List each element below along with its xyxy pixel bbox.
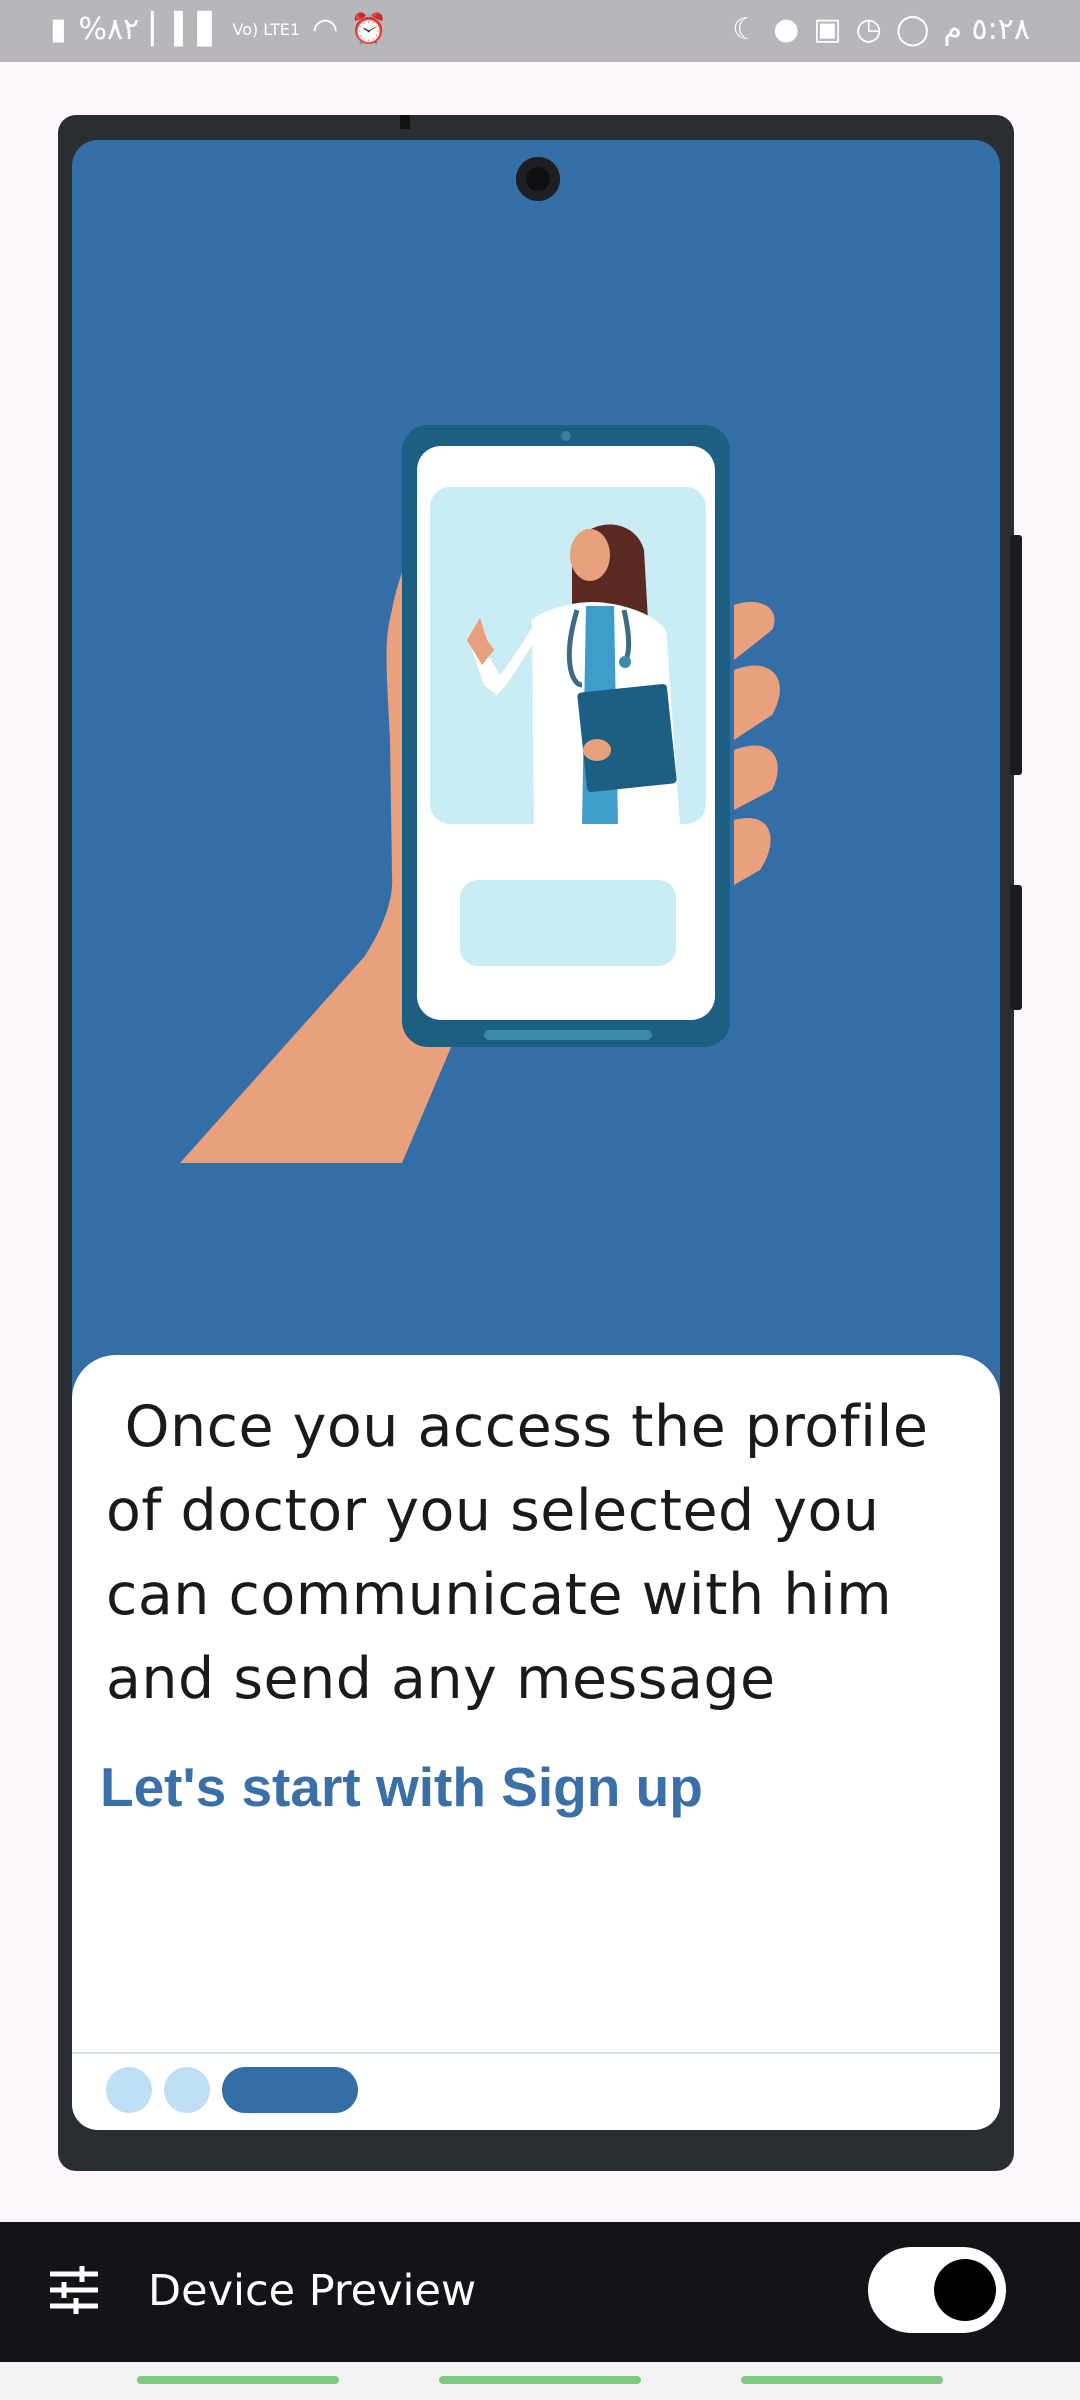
status-time: ٥:٢٨ م (943, 12, 1030, 47)
page-dot-1[interactable] (106, 2067, 152, 2113)
illustration-button (460, 880, 676, 966)
device-notch (400, 115, 410, 129)
doctor-clipboard (577, 683, 677, 793)
onboarding-description: Once you access the profile of doctor yo… (106, 1394, 929, 1712)
toggle-knob (934, 2259, 996, 2321)
divider (72, 2052, 1000, 2054)
device-screen: Once you access the profile of doctor yo… (72, 140, 1000, 2130)
battery-charging-icon: ▮ (50, 12, 67, 47)
doctor-phone-illustration (180, 425, 780, 1163)
signal-icon: ▏▍▋ (151, 12, 221, 47)
device-preview-title: Device Preview (148, 2266, 477, 2316)
device-side-button (1010, 885, 1022, 1010)
finger-1 (734, 601, 775, 660)
signup-link[interactable]: Let's start with Sign up (100, 1755, 703, 1819)
onboarding-card: Once you access the profile of doctor yo… (72, 1355, 1000, 2130)
wifi-icon: ◠ (312, 12, 339, 47)
page-indicator (106, 2067, 358, 2113)
illustration-phone-camera (561, 431, 571, 441)
illustration-phone-home-bar (484, 1030, 652, 1040)
page-dot-2[interactable] (164, 2067, 210, 2113)
doctor-face (570, 529, 610, 581)
device-preview-toggle[interactable] (868, 2247, 1006, 2333)
device-side-button (1010, 535, 1022, 775)
finger-4 (734, 818, 771, 885)
system-nav-bar (0, 2362, 1080, 2400)
alarm-icon: ◷ (855, 12, 882, 47)
page-dot-3-active[interactable] (222, 2067, 358, 2113)
nav-back-button[interactable] (741, 2376, 943, 2384)
nav-recents-button[interactable] (137, 2376, 339, 2384)
whatsapp-icon: ◯ (895, 12, 930, 47)
image-icon: ▣ (813, 12, 842, 47)
volte-icon: Vo) LTE1 (232, 20, 301, 39)
nav-home-button[interactable] (439, 2376, 641, 2384)
doctor-holding-hand (583, 739, 611, 761)
device-preview-bar: Device Preview (0, 2222, 1080, 2362)
battery-percent: %٨٢ (78, 12, 140, 47)
stethoscope-end (619, 656, 631, 668)
finger-2 (734, 665, 780, 740)
alarm-icon: ⏰ (350, 12, 388, 47)
status-bar: ▮ %٨٢ ▏▍▋ Vo) LTE1 ◠ ⏰ ☾ ● ▣ ◷ ◯ ٥:٢٨ م (0, 0, 1080, 62)
moon-icon: ☾ (732, 12, 760, 47)
tune-settings-icon[interactable] (46, 2262, 102, 2318)
finger-3 (734, 745, 778, 810)
app-icon: ● (773, 12, 800, 47)
